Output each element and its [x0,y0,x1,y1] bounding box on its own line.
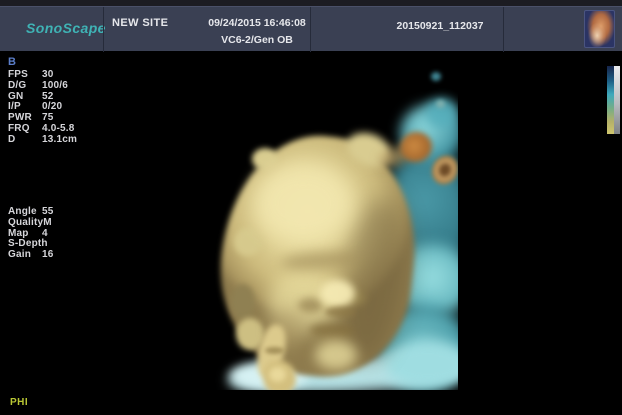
wrist-crease [265,347,284,354]
site-name: NEW SITE [112,17,168,29]
param-row: QualityM [8,218,54,229]
tissue-speck [436,100,445,108]
param-row: D13.1cm [8,135,77,146]
chroma-colorbar [607,66,614,134]
param-label: Gain [8,250,42,261]
param-value: 16 [42,250,54,261]
param-row: Gain16 [8,250,54,261]
header-divider [103,7,104,52]
exam-datetime: 09/24/2015 16:46:08 [198,17,316,29]
acquisition-params: FPS30 D/G100/6 GN52 I/P0/20 PWR75 FRQ4.0… [8,70,77,146]
probe-preset: VC6-2/Gen OB [198,34,316,46]
ultrasound-screen: SonoScape NEW SITE 09/24/2015 16:46:08 V… [0,0,622,415]
nostril-shadow [325,307,356,317]
mode-b-indicator: B [8,56,16,68]
param-label: Quality [8,218,43,229]
grayscale-colorbar [614,66,620,134]
fetal-ear [231,284,255,320]
head-left-bump [252,148,278,170]
tissue-speck [431,72,441,81]
nose-highlight [320,280,355,307]
clipboard-thumbnail[interactable] [584,10,615,48]
param-label: D [8,135,42,146]
param-row: D/G100/6 [8,81,77,92]
header-divider [310,7,311,52]
param-value: 13.1cm [42,135,77,146]
render-viewport [148,58,458,390]
param-label: D/G [8,81,42,92]
head-side-bump [234,228,262,256]
render-params: Angle55 QualityM Map4 S-Depth Gain16 [8,207,54,261]
param-value: M [43,218,52,229]
brand-logo: SonoScape [26,20,106,36]
chin-highlight [315,340,357,370]
fetus-thumbnail-icon [585,11,614,47]
header-bar: SonoScape NEW SITE 09/24/2015 16:46:08 V… [0,6,622,51]
exam-id: 20150921_112037 [375,20,505,32]
hand-highlight [269,367,286,382]
left-eye-shadow [298,298,323,313]
header-divider [503,7,504,52]
harmonic-imaging-label: PHI [10,397,28,408]
forehead-highlight [254,164,352,242]
param-value: 100/6 [42,81,68,92]
